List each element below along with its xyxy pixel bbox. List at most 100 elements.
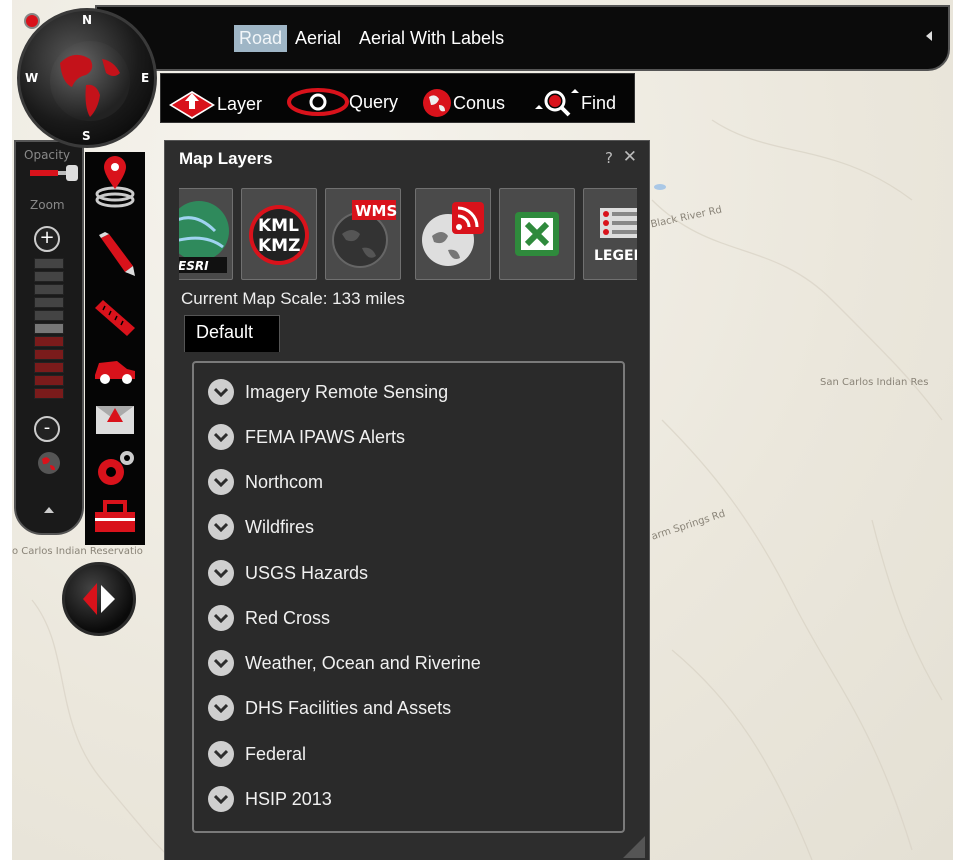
wms-button[interactable]: WMS [325,188,401,280]
esri-icon: ESRI [179,201,229,273]
chevron-down-icon[interactable] [208,560,234,586]
opacity-slider[interactable] [30,165,78,181]
query-icon [287,88,349,116]
chevron-down-icon[interactable] [208,379,234,405]
find-button[interactable]: Find [529,87,616,119]
close-button[interactable]: ✕ [623,147,637,167]
opacity-slider-handle[interactable] [66,165,78,181]
layer-group-item[interactable]: HSIP 2013 [208,786,332,812]
compass-west[interactable]: W [25,71,38,85]
chevron-down-icon[interactable] [208,469,234,495]
chevron-down-icon[interactable] [208,605,234,631]
place-marker-button[interactable] [93,156,137,208]
directions-button[interactable] [93,348,137,392]
find-label: Find [581,92,617,113]
excel-icon [515,212,559,256]
settings-button[interactable] [93,446,137,490]
esri-label: ESRI [179,259,209,273]
gear-icon [98,451,134,485]
layer-group-item[interactable]: DHS Facilities and Assets [208,695,451,721]
esri-button[interactable]: ESRI [179,188,233,280]
layer-source-icons: ESRI KML KMZ WMS LEGEI [179,188,637,282]
basemap-bar: Road Aerial Aerial With Labels [95,5,950,71]
svg-text:KMZ: KMZ [258,236,300,256]
chevron-down-icon[interactable] [208,741,234,767]
measure-button[interactable] [93,294,137,338]
zoom-label: Zoom [30,198,65,212]
compass-north[interactable]: N [82,13,92,27]
layers-list: Imagery Remote Sensing FEMA IPAWS Alerts… [192,361,625,833]
help-button[interactable]: ? [605,149,613,167]
layer-group-label: Federal [245,743,307,764]
zoom-level[interactable] [34,271,64,282]
chevron-down-icon[interactable] [208,786,234,812]
zoom-level[interactable] [34,388,64,399]
conus-label: Conus [453,92,506,113]
collapse-arrow-icon[interactable] [926,31,932,41]
layer-group-label: Red Cross [245,607,331,628]
home-icon[interactable] [24,13,40,29]
zoom-level[interactable] [34,336,64,347]
basemap-road[interactable]: Road [234,25,288,52]
layer-group-item[interactable]: Federal [208,741,306,767]
opacity-slider-fill [30,170,58,176]
zoom-in-button[interactable]: + [34,226,60,252]
zoom-level[interactable] [34,258,64,269]
layer-group-item[interactable]: USGS Hazards [208,560,368,586]
panel-toggle-button[interactable] [62,562,136,636]
basemap-aerial[interactable]: Aerial [290,25,346,52]
zoom-level[interactable] [34,362,64,373]
zoom-level[interactable] [34,375,64,386]
layer-group-label: Northcom [245,471,324,492]
draw-button[interactable] [93,232,137,276]
tab-default[interactable]: Default [184,315,280,352]
main-toolbar: Layer Query Conus Find [160,73,635,123]
layer-group-item[interactable]: FEMA IPAWS Alerts [208,424,405,450]
svg-text:KML: KML [258,216,299,236]
kml-kmz-button[interactable]: KML KMZ [241,188,317,280]
chevron-down-icon[interactable] [208,514,234,540]
compass-south[interactable]: S [82,129,91,143]
globe-icon [423,89,451,117]
toolbox-button[interactable] [93,492,137,536]
chevron-down-icon[interactable] [208,424,234,450]
full-extent-globe-icon[interactable] [36,450,62,476]
zoom-level[interactable] [34,284,64,295]
pencil-icon [99,232,135,276]
dialog-title: Map Layers [179,149,273,168]
find-icon [535,89,579,117]
zoom-out-button[interactable]: - [34,416,60,442]
layer-button[interactable]: Layer [167,87,262,121]
zoom-level[interactable] [34,310,64,321]
zoom-level[interactable] [34,349,64,360]
zoom-level-current[interactable] [34,323,64,334]
conus-button[interactable]: Conus [421,87,505,119]
excel-button[interactable] [499,188,575,280]
compass-pan-control[interactable]: N S W E [17,8,157,148]
wms-icon: WMS [332,200,397,268]
layer-group-label: Imagery Remote Sensing [245,381,449,402]
chevron-down-icon[interactable] [208,695,234,721]
layer-group-item[interactable]: Red Cross [208,605,330,631]
collapse-up-icon[interactable] [44,507,54,513]
car-icon [95,361,135,384]
mail-alert-icon [96,406,134,434]
map-label-san-carlos-left: o Carlos Indian Reservatio [12,546,143,557]
legend-button[interactable]: LEGEI [583,188,637,280]
layer-group-item[interactable]: Weather, Ocean and Riverine [208,650,481,676]
layer-icon [169,91,215,119]
query-button[interactable]: Query [287,87,398,117]
compass-east[interactable]: E [141,71,149,85]
layer-group-item[interactable]: Wildfires [208,514,314,540]
resize-grip-icon[interactable] [623,836,645,858]
layer-group-label: HSIP 2013 [245,788,332,809]
alerts-button[interactable] [93,396,137,440]
layer-group-item[interactable]: Northcom [208,469,323,495]
map-scale-text: Current Map Scale: 133 miles [181,289,405,308]
basemap-aerial-labels[interactable]: Aerial With Labels [354,25,509,52]
zoom-level[interactable] [34,297,64,308]
chevron-down-icon[interactable] [208,650,234,676]
rss-button[interactable] [415,188,491,280]
layer-group-item[interactable]: Imagery Remote Sensing [208,379,448,405]
layer-label: Layer [217,93,263,114]
